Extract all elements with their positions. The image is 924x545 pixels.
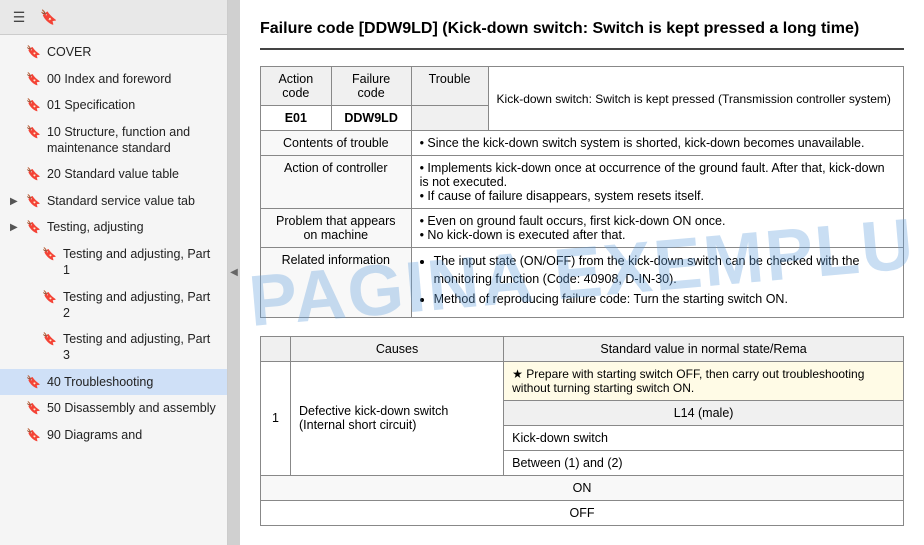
table-row: Action of controller • Implements kick-d… <box>261 156 904 209</box>
measurement-value-header: Kick-down switch <box>504 425 904 450</box>
row-content: • Since the kick-down switch system is s… <box>411 131 903 156</box>
sidebar-item-cover[interactable]: ▶ 🔖 COVER <box>0 39 227 66</box>
sidebar-item-label: Testing and adjusting, Part 3 <box>63 331 219 364</box>
col-header-action-code: Action code <box>261 67 332 106</box>
main-content: PAGINA EXEMPLU Failure code [DDW9LD] (Ki… <box>240 0 924 545</box>
row-label: Related information <box>261 248 412 318</box>
causes-header: Causes <box>291 336 504 361</box>
sidebar-item-testing-part1[interactable]: ▶ 🔖 Testing and adjusting, Part 1 <box>16 241 227 284</box>
sidebar-item-01-spec[interactable]: ▶ 🔖 01 Specification <box>0 92 227 119</box>
on-value: ON <box>261 475 904 500</box>
bookmark-icon: 🔖 <box>42 332 57 348</box>
sidebar-item-label: 50 Disassembly and assembly <box>47 400 219 416</box>
sidebar-item-20-standard[interactable]: ▶ 🔖 20 Standard value table <box>0 161 227 188</box>
table-row: Contents of trouble • Since the kick-dow… <box>261 131 904 156</box>
sidebar-item-40-troubleshooting[interactable]: ▶ 🔖 40 Troubleshooting <box>0 369 227 396</box>
page-title: Failure code [DDW9LD] (Kick-down switch:… <box>260 18 904 50</box>
table-row: Related information The input state (ON/… <box>261 248 904 318</box>
cause-note: ★ Prepare with starting switch OFF, then… <box>504 361 904 400</box>
sidebar-items: ▶ 🔖 COVER ▶ 🔖 00 Index and foreword ▶ 🔖 … <box>0 35 227 545</box>
between-connector: Between (1) and (2) <box>504 450 904 475</box>
sidebar-item-label: Testing and adjusting, Part 2 <box>63 289 219 322</box>
row-label: Problem that appears on machine <box>261 209 412 248</box>
bookmark-icon: 🔖 <box>26 125 41 141</box>
bookmark-icon: 🔖 <box>26 428 41 444</box>
bookmark-icon: 🔖 <box>26 220 41 236</box>
action-code-value: E01 <box>261 106 332 131</box>
expand-arrow: ▶ <box>10 195 20 208</box>
sidebar-item-90-diagrams[interactable]: ▶ 🔖 90 Diagrams and <box>0 422 227 449</box>
row-content: • Implements kick-down once at occurrenc… <box>411 156 903 209</box>
table-row: 1 Defective kick-down switch (Internal s… <box>261 361 904 400</box>
sidebar-item-label: 40 Troubleshooting <box>47 374 219 390</box>
bookmark-icon: 🔖 <box>26 98 41 114</box>
bookmark-icon: 🔖 <box>26 194 41 210</box>
sidebar-item-label: Standard service value tab <box>47 193 219 209</box>
sidebar-item-label: 01 Specification <box>47 97 219 113</box>
row-content: The input state (ON/OFF) from the kick-d… <box>411 248 903 318</box>
sidebar-item-label: 10 Structure, function and maintenance s… <box>47 124 219 157</box>
sidebar-bookmark-tool-icon[interactable]: 🔖 <box>38 6 60 28</box>
sidebar: ☰ 🔖 ▶ 🔖 COVER ▶ 🔖 00 Index and foreword … <box>0 0 228 545</box>
expand-arrow: ▶ <box>10 221 20 234</box>
cause-text: Defective kick-down switch (Internal sho… <box>291 361 504 475</box>
failure-code-value: DDW9LD <box>331 106 411 131</box>
bookmark-icon: 🔖 <box>26 72 41 88</box>
standard-value-header: Standard value in normal state/Rema <box>504 336 904 361</box>
sidebar-item-00-index[interactable]: ▶ 🔖 00 Index and foreword <box>0 66 227 93</box>
row-label: Action of controller <box>261 156 412 209</box>
sidebar-item-testing-adjusting[interactable]: ▶ 🔖 Testing, adjusting <box>0 214 227 241</box>
sidebar-item-label: 90 Diagrams and <box>47 427 219 443</box>
bookmark-icon: 🔖 <box>26 401 41 417</box>
off-value: OFF <box>261 500 904 525</box>
bookmark-icon: 🔖 <box>26 45 41 61</box>
trouble-label <box>411 106 488 131</box>
sidebar-item-label: COVER <box>47 44 219 60</box>
bookmark-icon: 🔖 <box>26 167 41 183</box>
table-row: Problem that appears on machine • Even o… <box>261 209 904 248</box>
sidebar-item-testing-part2[interactable]: ▶ 🔖 Testing and adjusting, Part 2 <box>16 284 227 327</box>
trouble-desc-cell: Kick-down switch: Switch is kept pressed… <box>488 67 903 131</box>
connector-header: L14 (male) <box>504 400 904 425</box>
sidebar-item-50-disassembly[interactable]: ▶ 🔖 50 Disassembly and assembly <box>0 395 227 422</box>
sidebar-item-standard-service[interactable]: ▶ 🔖 Standard service value tab <box>0 188 227 215</box>
sidebar-item-10-structure[interactable]: ▶ 🔖 10 Structure, function and maintenan… <box>0 119 227 162</box>
sidebar-toolbar: ☰ 🔖 <box>0 0 227 35</box>
table-row: ON <box>261 475 904 500</box>
sidebar-item-label: Testing, adjusting <box>47 219 219 235</box>
col-header-trouble: Trouble <box>411 67 488 106</box>
info-table: Action code Failure code Trouble Kick-do… <box>260 66 904 318</box>
row-content: • Even on ground fault occurs, first kic… <box>411 209 903 248</box>
table-row: OFF <box>261 500 904 525</box>
bookmark-icon: 🔖 <box>42 247 57 263</box>
sidebar-item-label: Testing and adjusting, Part 1 <box>63 246 219 279</box>
sidebar-list-icon[interactable]: ☰ <box>8 6 30 28</box>
cause-number: 1 <box>261 361 291 475</box>
sidebar-collapse-handle[interactable]: ◀ <box>228 0 240 545</box>
col-header-failure-code: Failure code <box>331 67 411 106</box>
causes-table: Causes Standard value in normal state/Re… <box>260 336 904 526</box>
causes-num-header <box>261 336 291 361</box>
bookmark-icon: 🔖 <box>26 375 41 391</box>
sidebar-item-label: 00 Index and foreword <box>47 71 219 87</box>
row-label: Contents of trouble <box>261 131 412 156</box>
sidebar-item-testing-part3[interactable]: ▶ 🔖 Testing and adjusting, Part 3 <box>16 326 227 369</box>
sidebar-item-label: 20 Standard value table <box>47 166 219 182</box>
bookmark-icon: 🔖 <box>42 290 57 306</box>
